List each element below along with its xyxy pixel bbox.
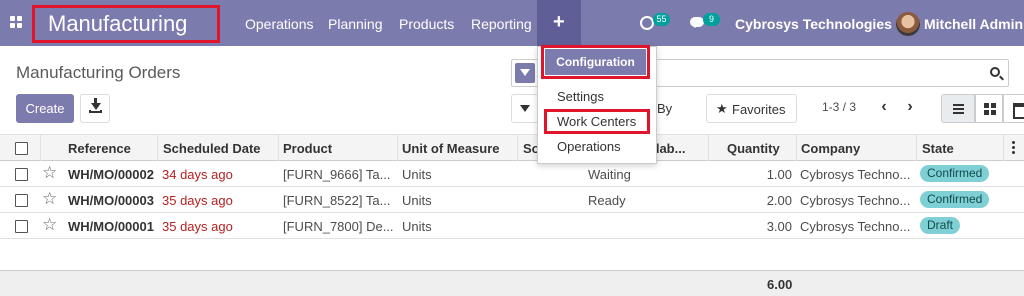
cell-product: [FURN_7800] De... bbox=[283, 219, 394, 234]
dropdown-item-operations[interactable]: Operations bbox=[557, 139, 621, 154]
create-button[interactable]: Create bbox=[16, 94, 74, 123]
col-reference[interactable]: Reference bbox=[68, 141, 131, 156]
cell-product: [FURN_9666] Ta... bbox=[283, 167, 391, 182]
cell-scheduled-date: 35 days ago bbox=[162, 219, 233, 234]
page-title: Manufacturing Orders bbox=[16, 63, 181, 82]
download-button[interactable] bbox=[80, 94, 110, 123]
group-by-button[interactable]: By bbox=[657, 101, 672, 116]
favorites-button[interactable]: ★ Favorites bbox=[706, 94, 797, 123]
cell-product: [FURN_8522] Ta... bbox=[283, 193, 391, 208]
favorites-label: Favorites bbox=[732, 102, 786, 117]
download-arrow-icon bbox=[91, 103, 101, 110]
activity-count-badge: 55 bbox=[653, 13, 670, 26]
row-checkbox[interactable] bbox=[15, 194, 28, 207]
table-row[interactable]: ☆ WH/MO/00001 35 days ago [FURN_7800] De… bbox=[0, 213, 1024, 239]
col-unit-of-measure[interactable]: Unit of Measure bbox=[402, 141, 500, 156]
cell-company: Cybrosys Techno... bbox=[800, 193, 911, 208]
cell-reference: WH/MO/00001 bbox=[68, 219, 154, 234]
plus-icon: + bbox=[553, 11, 565, 33]
col-state[interactable]: State bbox=[922, 141, 954, 156]
filters-button[interactable] bbox=[511, 94, 539, 123]
messages-count-badge: 9 bbox=[703, 13, 720, 26]
pager-previous-button[interactable]: ‹ bbox=[875, 98, 893, 118]
more-menu-dropdown: Configuration Settings Work Centers Oper… bbox=[537, 45, 657, 164]
configuration-highlight-box bbox=[541, 45, 650, 79]
state-badge: Confirmed bbox=[920, 165, 990, 182]
search-icon[interactable] bbox=[990, 67, 1000, 77]
col-scheduled-date[interactable]: Scheduled Date bbox=[163, 141, 261, 156]
cell-quantity: 2.00 bbox=[766, 193, 792, 208]
state-badge: Draft bbox=[920, 217, 961, 234]
priority-star-icon[interactable]: ☆ bbox=[42, 189, 57, 209]
table-footer: 6.00 bbox=[0, 270, 1024, 296]
menu-operations[interactable]: Operations bbox=[245, 16, 313, 32]
more-menu-tab[interactable]: + bbox=[537, 0, 581, 46]
kanban-view-button[interactable] bbox=[975, 94, 1003, 123]
priority-star-icon[interactable]: ☆ bbox=[42, 163, 57, 183]
col-product[interactable]: Product bbox=[283, 141, 332, 156]
download-tray-icon bbox=[89, 110, 102, 113]
cell-uom: Units bbox=[402, 167, 432, 182]
row-checkbox[interactable] bbox=[15, 168, 28, 181]
work-centers-highlight-box bbox=[544, 109, 650, 134]
table-row[interactable]: ☆ WH/MO/00003 35 days ago [FURN_8522] Ta… bbox=[0, 187, 1024, 213]
company-switcher[interactable]: Cybrosys Technologies bbox=[735, 16, 892, 32]
activity-clock-icon[interactable] bbox=[640, 16, 654, 30]
pager-value[interactable]: 1-3 / 3 bbox=[822, 100, 856, 114]
apps-menu-icon[interactable] bbox=[10, 16, 23, 29]
user-avatar[interactable] bbox=[896, 12, 920, 36]
table-row[interactable]: ☆ WH/MO/00002 34 days ago [FURN_9666] Ta… bbox=[0, 161, 1024, 187]
cell-quantity: 1.00 bbox=[766, 167, 792, 182]
dropdown-item-settings[interactable]: Settings bbox=[557, 89, 604, 104]
pager-next-button[interactable]: › bbox=[901, 98, 919, 118]
col-quantity[interactable]: Quantity bbox=[727, 141, 780, 156]
list-view-button[interactable] bbox=[941, 94, 975, 123]
priority-star-icon[interactable]: ☆ bbox=[42, 215, 57, 235]
top-navbar: Manufacturing Operations Planning Produc… bbox=[0, 0, 1024, 46]
cell-reference: WH/MO/00003 bbox=[68, 193, 154, 208]
optional-columns-icon[interactable] bbox=[1012, 141, 1015, 155]
cell-scheduled-date: 34 days ago bbox=[162, 167, 233, 182]
cell-scheduled-date: 35 days ago bbox=[162, 193, 233, 208]
row-checkbox[interactable] bbox=[15, 220, 28, 233]
col-company[interactable]: Company bbox=[801, 141, 860, 156]
menu-planning[interactable]: Planning bbox=[328, 16, 383, 32]
star-icon: ★ bbox=[716, 101, 728, 116]
total-quantity: 6.00 bbox=[767, 277, 793, 292]
cell-company: Cybrosys Techno... bbox=[800, 167, 911, 182]
cell-uom: Units bbox=[402, 219, 432, 234]
cell-company: Cybrosys Techno... bbox=[800, 219, 911, 234]
state-badge: Confirmed bbox=[920, 191, 990, 208]
brand-highlight-box bbox=[32, 5, 220, 43]
filter-facet-icon[interactable] bbox=[515, 63, 535, 83]
table-header: Reference Scheduled Date Product Unit of… bbox=[0, 134, 1024, 161]
cell-reference: WH/MO/00002 bbox=[68, 167, 154, 182]
cell-availability: Ready bbox=[588, 193, 626, 208]
cell-uom: Units bbox=[402, 193, 432, 208]
calendar-view-button[interactable] bbox=[1003, 94, 1024, 123]
menu-products[interactable]: Products bbox=[399, 16, 454, 32]
messages-icon[interactable] bbox=[690, 17, 704, 28]
cell-availability: Waiting bbox=[588, 167, 631, 182]
cell-quantity: 3.00 bbox=[766, 219, 792, 234]
menu-reporting[interactable]: Reporting bbox=[471, 16, 532, 32]
user-menu[interactable]: Mitchell Admin bbox=[924, 16, 1023, 32]
select-all-checkbox[interactable] bbox=[15, 142, 28, 155]
